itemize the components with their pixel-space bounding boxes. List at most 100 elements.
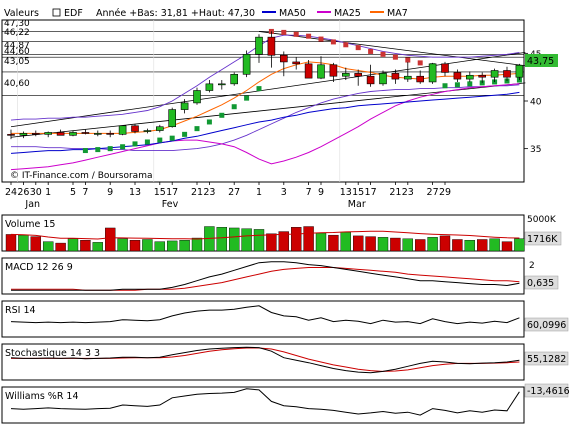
volume-bar bbox=[129, 239, 141, 252]
candle-body bbox=[218, 83, 226, 86]
candle-body bbox=[44, 132, 53, 135]
volume-bar bbox=[18, 234, 29, 252]
macd-panel bbox=[1, 257, 525, 295]
volume-bar bbox=[390, 237, 401, 252]
volume-bar bbox=[353, 235, 364, 252]
candle-body bbox=[490, 70, 499, 78]
volume-bar bbox=[291, 227, 302, 252]
x-tick-label: 26 bbox=[17, 187, 29, 198]
x-tick-label: 13 bbox=[129, 187, 141, 198]
chart-header: Valeurs EDF Année +Bas: 31,81 +Haut: 47,… bbox=[4, 8, 408, 19]
candle-body bbox=[156, 126, 164, 131]
sar-dot bbox=[82, 148, 88, 154]
volume-bar bbox=[5, 234, 17, 252]
candle-body bbox=[19, 133, 28, 136]
left-level-label: 46,22 bbox=[4, 28, 30, 38]
volume-bar bbox=[117, 238, 128, 252]
volume-top-label: 5000K bbox=[527, 215, 557, 225]
candle-body bbox=[230, 74, 238, 85]
volume-bar bbox=[92, 242, 104, 252]
volume-bar bbox=[142, 239, 153, 252]
sar-dot bbox=[293, 31, 299, 37]
volume-bar bbox=[253, 229, 265, 252]
candle-body bbox=[242, 54, 251, 75]
candle-body bbox=[106, 133, 114, 135]
header-label: Valeurs bbox=[4, 8, 39, 19]
x-tick-label: 7 bbox=[82, 187, 88, 198]
x-tick-label: 24 bbox=[5, 187, 17, 198]
candle-body bbox=[428, 63, 437, 83]
stoch-axis: 55,1282 bbox=[524, 351, 569, 366]
macd-tick-2: 2 bbox=[529, 261, 535, 271]
volume-bar bbox=[216, 227, 228, 252]
volume-bar bbox=[439, 235, 451, 252]
candle-body bbox=[354, 73, 363, 77]
volume-bar bbox=[402, 238, 413, 252]
sar-dot bbox=[206, 119, 212, 125]
sar-dot bbox=[95, 147, 101, 153]
volume-bar bbox=[266, 233, 277, 252]
volume-bar bbox=[104, 227, 116, 252]
candle-body bbox=[478, 74, 487, 78]
x-tick-label: 17 bbox=[166, 187, 178, 198]
stock-chart: Valeurs EDF Année +Bas: 31,81 +Haut: 47,… bbox=[1, 8, 570, 424]
candle-body bbox=[329, 64, 338, 77]
candle-body bbox=[180, 102, 189, 110]
last-value-macd: 0,635 bbox=[527, 278, 554, 289]
candle-body bbox=[317, 64, 325, 79]
sar-dot bbox=[467, 81, 473, 87]
month-label: Mar bbox=[348, 199, 366, 210]
copyright: © IT-Finance.com / Boursorama bbox=[10, 171, 152, 181]
x-tick-label: 1 bbox=[45, 187, 51, 198]
sar-dot bbox=[169, 135, 175, 141]
price-tick-label: 35 bbox=[530, 145, 541, 155]
volume-bar bbox=[315, 232, 327, 252]
candle-body bbox=[118, 125, 127, 135]
volume-bar bbox=[501, 241, 513, 252]
williams-panel bbox=[1, 386, 525, 424]
x-tick-label: 29 bbox=[439, 187, 451, 198]
sar-dot bbox=[417, 60, 423, 66]
volume-bar bbox=[377, 237, 389, 252]
williams-axis: -13,4616 bbox=[524, 383, 570, 398]
volume-bar bbox=[514, 238, 525, 252]
sar-dot bbox=[281, 29, 287, 35]
x-tick-label: 30 bbox=[30, 187, 42, 198]
x-tick-label: 23 bbox=[402, 187, 414, 198]
x-tick-label: 15 bbox=[352, 187, 364, 198]
candle-body bbox=[193, 90, 201, 104]
sar-dot bbox=[107, 146, 113, 152]
candle-body bbox=[255, 36, 263, 55]
sar-dot bbox=[330, 39, 336, 45]
candle-body bbox=[69, 132, 77, 136]
stock-name: EDF bbox=[64, 8, 83, 19]
stoch-title: Stochastique 14 3 3 bbox=[5, 348, 100, 359]
month-label: Jan bbox=[24, 199, 40, 210]
candle-body bbox=[403, 75, 412, 80]
legend-ma25: MA25 bbox=[334, 8, 361, 19]
sar-dot bbox=[380, 51, 386, 57]
candle-body bbox=[292, 61, 301, 65]
x-tick-label: 21 bbox=[389, 187, 401, 198]
sar-dot bbox=[244, 95, 250, 101]
candle-body bbox=[304, 63, 313, 79]
range-text: Année +Bas: 31,81 +Haut: 47,30 bbox=[96, 8, 255, 19]
rsi-title: RSI 14 bbox=[5, 305, 36, 316]
last-value-stoch: 55,1282 bbox=[527, 354, 566, 365]
candle-body bbox=[131, 125, 139, 132]
sar-dot bbox=[157, 137, 163, 143]
sar-dot bbox=[405, 57, 411, 63]
sar-dot bbox=[219, 112, 225, 118]
left-level-label: 44,60 bbox=[4, 47, 30, 57]
sar-dot bbox=[343, 42, 349, 48]
left-level-labels: 47,3046,2244,8744,6043,0540,60 bbox=[4, 19, 30, 89]
volume-bar bbox=[464, 239, 475, 252]
volume-bar bbox=[166, 240, 178, 252]
sar-dot bbox=[182, 131, 188, 137]
sar-dot bbox=[231, 104, 237, 110]
volume-bar bbox=[30, 236, 41, 252]
williams-title: Williams %R 14 bbox=[5, 391, 79, 402]
x-tick-label: 9 bbox=[107, 187, 113, 198]
candle-body bbox=[143, 130, 152, 132]
last-value-box-price: 43,75 bbox=[525, 54, 558, 67]
